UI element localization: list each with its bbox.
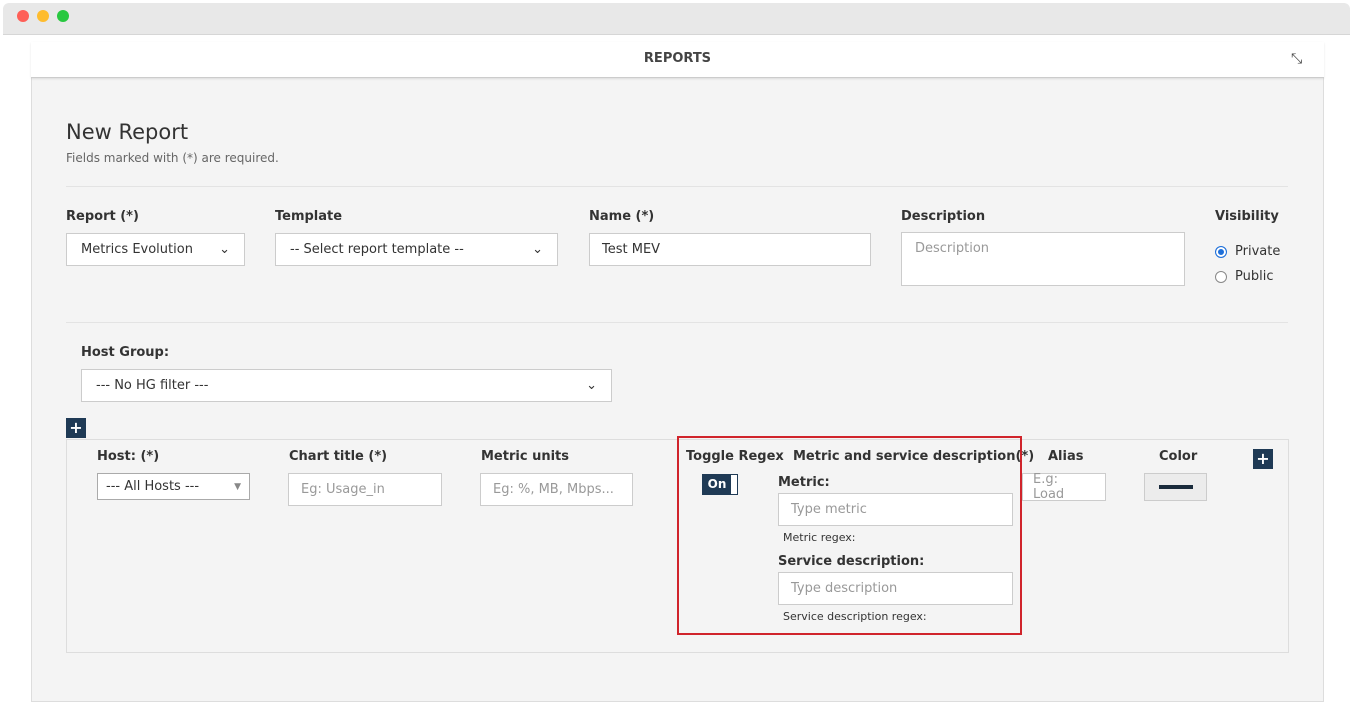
report-value: Metrics Evolution (81, 242, 193, 257)
alias-placeholder: E.g: Load (1033, 472, 1065, 502)
hostgroup-select[interactable]: --- No HG filter --- ⌄ (81, 369, 612, 402)
name-label: Name (*) (589, 209, 655, 224)
divider (66, 322, 1288, 323)
toggle-regex-label: Toggle Regex (686, 449, 784, 464)
visibility-label: Visibility (1215, 209, 1279, 224)
hostgroup-label: Host Group: (81, 345, 170, 360)
alias-label: Alias (1048, 449, 1084, 464)
add-row-button[interactable]: + (66, 418, 86, 438)
color-picker[interactable] (1144, 473, 1207, 501)
description-placeholder: Description (915, 241, 990, 256)
chevron-down-icon: ⌄ (586, 378, 597, 393)
template-value: -- Select report template -- (290, 242, 464, 257)
metric-regex-label: Metric regex: (783, 531, 856, 544)
template-label: Template (275, 209, 343, 224)
window-titlebar (3, 3, 1350, 35)
service-regex-label: Service description regex: (783, 610, 927, 623)
description-label: Description (901, 209, 986, 224)
radio-private[interactable] (1215, 246, 1227, 258)
maximize-window-button[interactable] (57, 10, 69, 22)
caret-down-icon: ▼ (234, 481, 241, 492)
panel-title: REPORTS (31, 42, 1324, 78)
units-label: Metric units (481, 449, 569, 464)
name-value: Test MEV (602, 242, 661, 257)
name-input[interactable]: Test MEV (589, 233, 871, 266)
chevron-down-icon: ⌄ (219, 242, 230, 257)
toggle-on-label: On (703, 475, 731, 494)
metric-service-label: Metric and service description(*) (793, 449, 1035, 464)
service-label: Service description: (778, 554, 925, 569)
divider (66, 186, 1288, 187)
host-label: Host: (*) (97, 449, 160, 464)
color-label: Color (1159, 449, 1198, 464)
collapse-icon[interactable]: ⤡ (1291, 51, 1302, 67)
chart-title-label: Chart title (*) (289, 449, 388, 464)
host-value: --- All Hosts --- (106, 479, 200, 494)
add-metric-button[interactable]: + (1253, 449, 1273, 469)
template-select[interactable]: -- Select report template -- ⌄ (275, 233, 558, 266)
page-title: New Report (66, 120, 189, 144)
report-label: Report (*) (66, 209, 139, 224)
metric-label: Metric: (778, 475, 830, 490)
radio-public-label: Public (1235, 269, 1274, 284)
units-input[interactable]: Eg: %, MB, Mbps... (480, 473, 633, 506)
minimize-window-button[interactable] (37, 10, 49, 22)
toggle-regex-switch[interactable]: On (702, 474, 738, 495)
required-note: Fields marked with (*) are required. (66, 151, 279, 165)
units-placeholder: Eg: %, MB, Mbps... (493, 482, 614, 497)
report-select[interactable]: Metrics Evolution ⌄ (66, 233, 245, 266)
chevron-down-icon: ⌄ (532, 242, 543, 257)
alias-input[interactable]: E.g: Load (1022, 472, 1106, 502)
chart-title-input[interactable]: Eg: Usage_in (288, 473, 442, 506)
radio-private-label: Private (1235, 244, 1281, 259)
color-swatch (1158, 485, 1193, 489)
metric-input[interactable]: Type metric (778, 493, 1013, 526)
service-input[interactable]: Type description (778, 572, 1013, 605)
description-textarea[interactable]: Description (901, 232, 1185, 286)
service-placeholder: Type description (791, 581, 898, 596)
close-window-button[interactable] (17, 10, 29, 22)
radio-public[interactable] (1215, 271, 1227, 283)
metric-placeholder: Type metric (791, 502, 867, 517)
host-select[interactable]: --- All Hosts --- ▼ (97, 473, 250, 500)
hostgroup-value: --- No HG filter --- (96, 378, 209, 393)
chart-title-placeholder: Eg: Usage_in (301, 482, 385, 497)
